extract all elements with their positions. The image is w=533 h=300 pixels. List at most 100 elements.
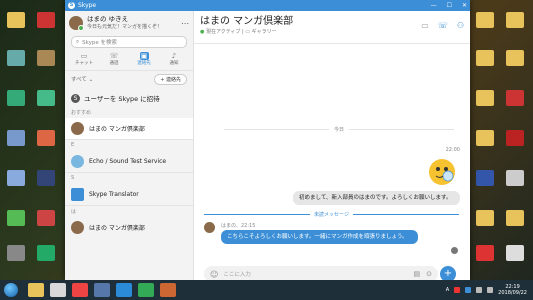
desktop-icon[interactable] (32, 210, 60, 227)
tray-icon[interactable] (454, 287, 461, 293)
sidebar: はまの ゆきえ 今日も元気だ！マンガを描くぞ！ ⋯ ⌕ Skype を検索 ▭ … (65, 11, 194, 280)
desktop-icon[interactable] (32, 90, 60, 107)
conversation-title[interactable]: はまの マンガ倶楽部 (200, 15, 293, 28)
conversation-subtitle: ● 現在アクティブ | ▭ ギャラリー (200, 29, 277, 35)
invite-item[interactable]: S ユーザーを Skype に招待 (65, 89, 193, 107)
taskbar-app-icon[interactable] (50, 283, 66, 297)
tab-label: 通知 (169, 61, 179, 66)
tab-contacts[interactable]: ▣ 連絡先 (133, 52, 155, 68)
desktop-icon[interactable] (471, 245, 499, 262)
tab-chat[interactable]: ▭ チャット (73, 52, 95, 68)
section-header: E (71, 142, 75, 148)
tab-notifications[interactable]: ♪ 通知 (163, 52, 185, 68)
desktop-icon[interactable] (471, 12, 499, 29)
emoji-icon[interactable]: ☺ (210, 270, 218, 279)
add-person-icon[interactable]: ⚇ (457, 21, 464, 30)
filter-dropdown[interactable]: すべて ⌄ (71, 75, 93, 83)
desktop-icon[interactable] (471, 130, 499, 147)
taskbar-app-icon[interactable] (94, 283, 110, 297)
chrome-icon[interactable] (72, 283, 88, 297)
desktop-icon[interactable] (471, 210, 499, 227)
message-timestamp: 22:00 (445, 147, 460, 153)
contacts-icon: ▣ (139, 52, 149, 60)
desktop-icon[interactable] (2, 245, 30, 262)
minimize-button[interactable]: — (431, 2, 437, 9)
skype-taskbar-icon[interactable] (116, 283, 132, 297)
search-icon: ⌕ (76, 38, 80, 45)
desktop-icon[interactable] (32, 12, 60, 29)
audio-call-icon[interactable]: ☏ (438, 21, 448, 30)
list-item[interactable]: はまの マンガ倶楽部 (65, 217, 193, 238)
unread-divider: 未読メッセージ (204, 211, 459, 218)
clock[interactable]: 22:19 2018/09/22 (498, 284, 527, 296)
gallery-link[interactable]: ギャラリー (252, 29, 277, 35)
avatar[interactable] (204, 222, 215, 233)
start-button[interactable] (0, 281, 22, 299)
desktop-icon[interactable] (501, 50, 529, 67)
attach-icon[interactable]: ▤ (414, 270, 421, 278)
profile-name: はまの ゆきえ (87, 15, 129, 23)
desktop-icon[interactable] (471, 50, 499, 67)
close-button[interactable]: ✕ (462, 2, 467, 9)
list-item[interactable]: はまの マンガ倶楽部 (65, 118, 193, 139)
desktop-icons-right (463, 10, 533, 275)
tray-icon[interactable] (465, 287, 472, 293)
list-item[interactable]: Echo / Sound Test Service (65, 151, 193, 172)
desktop-icon[interactable] (2, 90, 30, 107)
more-options-icon[interactable]: ⋯ (181, 19, 189, 28)
volume-icon[interactable] (487, 287, 494, 293)
desktop-icons-left (0, 10, 70, 275)
contact-name: Skype Translator (89, 191, 139, 198)
desktop-icon[interactable] (2, 130, 30, 147)
list-item[interactable]: Skype Translator (65, 184, 193, 205)
skype-icon: S (71, 93, 80, 103)
desktop-icon[interactable] (501, 12, 529, 29)
contact-name: はまの マンガ倶楽部 (89, 126, 145, 133)
desktop-icon[interactable] (32, 245, 60, 262)
tray-icon[interactable] (476, 287, 483, 293)
desktop-icon[interactable] (501, 245, 529, 262)
desktop-icon[interactable] (32, 130, 60, 147)
profile[interactable]: はまの ゆきえ 今日も元気だ！マンガを描くぞ！ ⋯ (65, 11, 193, 35)
desktop-icon[interactable] (471, 170, 499, 187)
desktop-icon[interactable] (2, 12, 30, 29)
desktop-icon[interactable] (501, 130, 529, 147)
conversation-pane: はまの マンガ倶楽部 ● 現在アクティブ | ▭ ギャラリー ▭ ☏ ⚇ 今日 … (194, 11, 470, 282)
emoticon-sticker-icon[interactable] (426, 157, 458, 187)
desktop-icon[interactable] (2, 210, 30, 227)
active-status: 現在アクティブ (205, 29, 241, 35)
tab-calls[interactable]: ☏ 通話 (103, 52, 125, 68)
desktop-icon[interactable] (32, 170, 60, 187)
video-call-icon[interactable]: ▭ (421, 21, 429, 30)
desktop-icon[interactable] (501, 210, 529, 227)
contact-name: Echo / Sound Test Service (89, 158, 167, 165)
clock-date: 2018/09/22 (498, 290, 527, 296)
outgoing-message[interactable]: 初めまして、新入部員のはまのです。よろしくお願いします。 (293, 191, 460, 205)
search-box[interactable]: ⌕ Skype を検索 (71, 36, 187, 48)
incoming-message[interactable]: こちらこそよろしくお願いします。一緒にマンガ作成を頑張りましょう。 (221, 230, 418, 244)
phone-icon: ☏ (109, 52, 119, 60)
avatar (71, 221, 84, 234)
taskbar-app-icon[interactable] (160, 283, 176, 297)
ime-indicator[interactable]: A (446, 287, 449, 293)
location-icon[interactable]: ⊙ (426, 270, 432, 278)
read-receipt-icon (451, 247, 458, 254)
desktop-icon[interactable] (501, 90, 529, 107)
maximize-button[interactable]: ☐ (447, 2, 452, 9)
unread-label: 未読メッセージ (310, 212, 353, 218)
desktop-icon[interactable] (2, 170, 30, 187)
desktop-icon[interactable] (32, 50, 60, 67)
taskbar-app-icon[interactable] (138, 283, 154, 297)
list-header: すべて ⌄ + 連絡先 (65, 71, 193, 87)
app-title: Skype (78, 2, 97, 9)
incoming-meta: はまの、22:15 (221, 223, 256, 229)
desktop-icon[interactable] (2, 50, 30, 67)
desktop-icon[interactable] (501, 170, 529, 187)
explorer-icon[interactable] (28, 283, 44, 297)
desktop-icon[interactable] (471, 90, 499, 107)
system-tray: A 22:19 2018/09/22 (446, 284, 533, 296)
new-contact-button[interactable]: + 連絡先 (154, 73, 187, 85)
title-bar: S Skype — ☐ ✕ (65, 0, 470, 11)
avatar[interactable] (69, 16, 84, 31)
sidebar-nav: ▭ チャット ☏ 通話 ▣ 連絡先 ♪ 通知 (65, 50, 193, 71)
